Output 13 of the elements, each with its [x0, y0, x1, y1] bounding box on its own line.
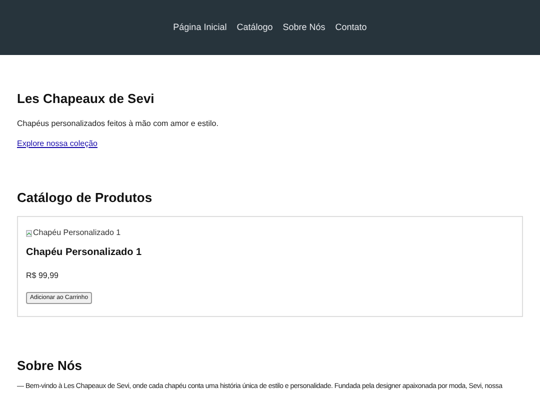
section-title: Catálogo de Produtos	[17, 191, 154, 204]
broken-image-icon	[26, 230, 32, 236]
nav-link[interactable]: Catálogo	[236, 20, 273, 34]
tagline: Chapéus personalizados feitos à mão com amor e estilo.	[17, 120, 220, 128]
collection-link[interactable]: Explore nossa coleção	[17, 140, 98, 148]
site-title: Les Chapeaux de Sevi	[17, 92, 156, 105]
nav-link[interactable]: Página Inicial	[173, 20, 227, 34]
image-alt-text: Chapéu Personalizado 1	[33, 229, 121, 237]
section-title: Sobre Nós	[17, 359, 84, 372]
product-name: Chapéu Personalizado 1	[26, 248, 143, 258]
nav-link[interactable]: Contato	[335, 20, 367, 34]
product-price: R$ 99,99	[26, 272, 60, 280]
nav-link[interactable]: Sobre Nós	[282, 20, 326, 34]
